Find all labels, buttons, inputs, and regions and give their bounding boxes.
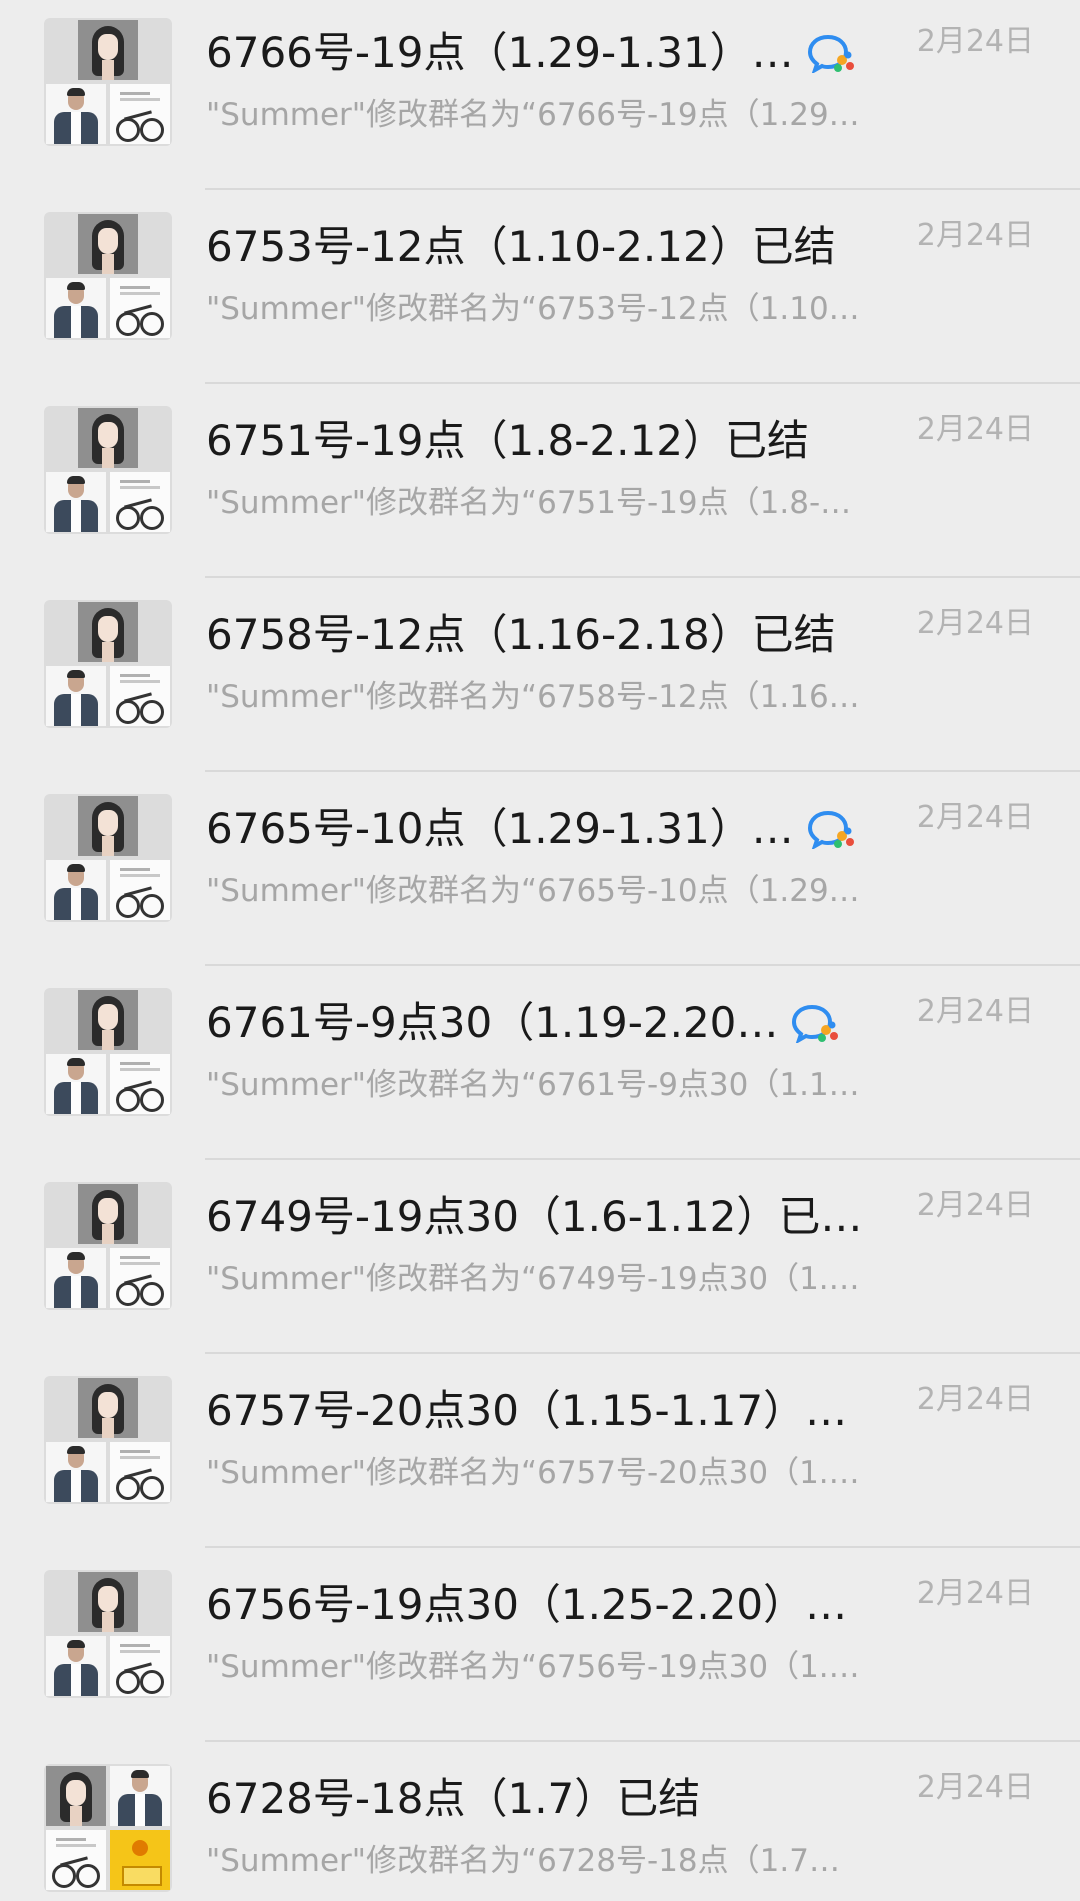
- chat-timestamp: 2月24日: [916, 994, 1034, 1029]
- chat-timestamp: 2月24日: [916, 606, 1034, 641]
- chat-list-item[interactable]: 6757号-20点30（1.15-1.17）… "Summer"修改群名为“675…: [0, 1354, 1080, 1548]
- avatar-tile-man: [110, 1766, 170, 1826]
- avatar-tile-woman: [78, 1378, 138, 1438]
- chat-timestamp: 2月24日: [916, 24, 1034, 59]
- avatar-tile-bicycle: [110, 666, 170, 726]
- chat-title-row: 6757号-20点30（1.15-1.17）…: [206, 1384, 847, 1438]
- avatar-tile-man: [46, 1636, 106, 1696]
- chat-last-message: "Summer"修改群名为“6758号-12点（1.16…: [206, 679, 860, 715]
- avatar-tile-woman: [78, 796, 138, 856]
- avatar-tile-man: [46, 278, 106, 338]
- chat-title-row: 6753号-12点（1.10-2.12）已结: [206, 220, 836, 274]
- avatar-tile-bicycle: [110, 278, 170, 338]
- chat-title-row: 6758号-12点（1.16-2.18）已结: [206, 608, 836, 662]
- wecom-badge-icon: [807, 33, 856, 75]
- group-avatar[interactable]: [44, 1182, 172, 1310]
- chat-list-item[interactable]: 6749号-19点30（1.6-1.12）已… "Summer"修改群名为“674…: [0, 1160, 1080, 1354]
- chat-timestamp: 2月24日: [916, 218, 1034, 253]
- chat-list-item[interactable]: 6751号-19点（1.8-2.12）已结 "Summer"修改群名为“6751号…: [0, 384, 1080, 578]
- chat-timestamp: 2月24日: [916, 1188, 1034, 1223]
- avatar-tile-bicycle: [110, 84, 170, 144]
- avatar-tile-woman: [78, 20, 138, 80]
- chat-timestamp: 2月24日: [916, 800, 1034, 835]
- chat-last-message: "Summer"修改群名为“6761号-9点30（1.1…: [206, 1067, 860, 1103]
- chat-timestamp: 2月24日: [916, 412, 1034, 447]
- chat-title: 6728号-18点（1.7）已结: [206, 1774, 701, 1823]
- chat-list-item[interactable]: 6765号-10点（1.29-1.31）… "Summer"修改群名为“6765号…: [0, 772, 1080, 966]
- chat-last-message: "Summer"修改群名为“6749号-19点30（1.…: [206, 1261, 860, 1297]
- chat-title-row: 6751号-19点（1.8-2.12）已结: [206, 414, 809, 468]
- avatar-tile-man: [46, 1248, 106, 1308]
- chat-title-row: 6761号-9点30（1.19-2.20…: [206, 996, 840, 1050]
- chat-timestamp: 2月24日: [916, 1382, 1034, 1417]
- chat-list-item[interactable]: 6728号-18点（1.7）已结 "Summer"修改群名为“6728号-18点（…: [0, 1742, 1080, 1901]
- chat-list-item[interactable]: 6756号-19点30（1.25-2.20）… "Summer"修改群名为“675…: [0, 1548, 1080, 1742]
- group-avatar[interactable]: [44, 406, 172, 534]
- chat-title-row: 6765号-10点（1.29-1.31）…: [206, 802, 856, 856]
- avatar-tile-man: [46, 472, 106, 532]
- chat-last-message: "Summer"修改群名为“6728号-18点（1.7…: [206, 1843, 840, 1879]
- chat-title: 6758号-12点（1.16-2.18）已结: [206, 610, 836, 659]
- chat-last-message: "Summer"修改群名为“6756号-19点30（1.…: [206, 1649, 860, 1685]
- chat-list-item[interactable]: 6753号-12点（1.10-2.12）已结 "Summer"修改群名为“6753…: [0, 190, 1080, 384]
- wecom-badge-icon: [807, 809, 856, 851]
- chat-title-row: 6728号-18点（1.7）已结: [206, 1772, 700, 1826]
- chat-list: 6766号-19点（1.29-1.31）… "Summer"修改群名为“6766号…: [0, 0, 1080, 1901]
- chat-title: 6765号-10点（1.29-1.31）…: [206, 804, 794, 853]
- chat-title: 6757号-20点30（1.15-1.17）…: [206, 1386, 848, 1435]
- group-avatar[interactable]: [44, 794, 172, 922]
- group-avatar[interactable]: [44, 18, 172, 146]
- chat-last-message: "Summer"修改群名为“6757号-20点30（1.…: [206, 1455, 860, 1491]
- avatar-tile-bicycle: [110, 1248, 170, 1308]
- wecom-badge-icon: [792, 1003, 840, 1045]
- avatar-tile-yellow-logo: [110, 1830, 170, 1890]
- avatar-tile-bicycle: [110, 1636, 170, 1696]
- chat-title-row: 6749号-19点30（1.6-1.12）已…: [206, 1190, 862, 1244]
- avatar-tile-bicycle: [110, 1054, 170, 1114]
- avatar-tile-bicycle: [110, 860, 170, 920]
- chat-last-message: "Summer"修改群名为“6751号-19点（1.8-…: [206, 485, 852, 521]
- chat-list-item[interactable]: 6758号-12点（1.16-2.18）已结 "Summer"修改群名为“6758…: [0, 578, 1080, 772]
- avatar-tile-woman: [78, 1572, 138, 1632]
- avatar-tile-man: [46, 860, 106, 920]
- avatar-tile-man: [46, 666, 106, 726]
- chat-title: 6756号-19点30（1.25-2.20）…: [206, 1580, 848, 1629]
- avatar-tile-man: [46, 1442, 106, 1502]
- chat-title-row: 6756号-19点30（1.25-2.20）…: [206, 1578, 847, 1632]
- chat-title: 6751号-19点（1.8-2.12）已结: [206, 416, 809, 465]
- avatar-tile-woman: [78, 214, 138, 274]
- avatar-tile-bicycle: [46, 1830, 106, 1890]
- avatar-tile-woman: [78, 1184, 138, 1244]
- chat-last-message: "Summer"修改群名为“6765号-10点（1.29…: [206, 873, 860, 909]
- group-avatar[interactable]: [44, 1376, 172, 1504]
- chat-title: 6766号-19点（1.29-1.31）…: [206, 28, 794, 77]
- chat-title-row: 6766号-19点（1.29-1.31）…: [206, 26, 856, 80]
- chat-timestamp: 2月24日: [916, 1770, 1034, 1805]
- chat-title: 6761号-9点30（1.19-2.20…: [206, 998, 779, 1047]
- chat-list-item[interactable]: 6766号-19点（1.29-1.31）… "Summer"修改群名为“6766号…: [0, 0, 1080, 190]
- chat-last-message: "Summer"修改群名为“6753号-12点（1.10…: [206, 291, 860, 327]
- group-avatar[interactable]: [44, 1570, 172, 1698]
- avatar-tile-man: [46, 1054, 106, 1114]
- avatar-tile-woman: [78, 990, 138, 1050]
- group-avatar[interactable]: [44, 600, 172, 728]
- chat-last-message: "Summer"修改群名为“6766号-19点（1.29…: [206, 97, 860, 133]
- group-avatar[interactable]: [44, 988, 172, 1116]
- chat-title: 6749号-19点30（1.6-1.12）已…: [206, 1192, 863, 1241]
- avatar-tile-woman: [78, 408, 138, 468]
- avatar-tile-woman: [46, 1766, 106, 1826]
- avatar-tile-bicycle: [110, 472, 170, 532]
- chat-list-item[interactable]: 6761号-9点30（1.19-2.20… "Summer"修改群名为“6761号…: [0, 966, 1080, 1160]
- chat-title: 6753号-12点（1.10-2.12）已结: [206, 222, 836, 271]
- avatar-tile-man: [46, 84, 106, 144]
- avatar-tile-bicycle: [110, 1442, 170, 1502]
- avatar-tile-woman: [78, 602, 138, 662]
- group-avatar[interactable]: [44, 1764, 172, 1892]
- chat-timestamp: 2月24日: [916, 1576, 1034, 1611]
- group-avatar[interactable]: [44, 212, 172, 340]
